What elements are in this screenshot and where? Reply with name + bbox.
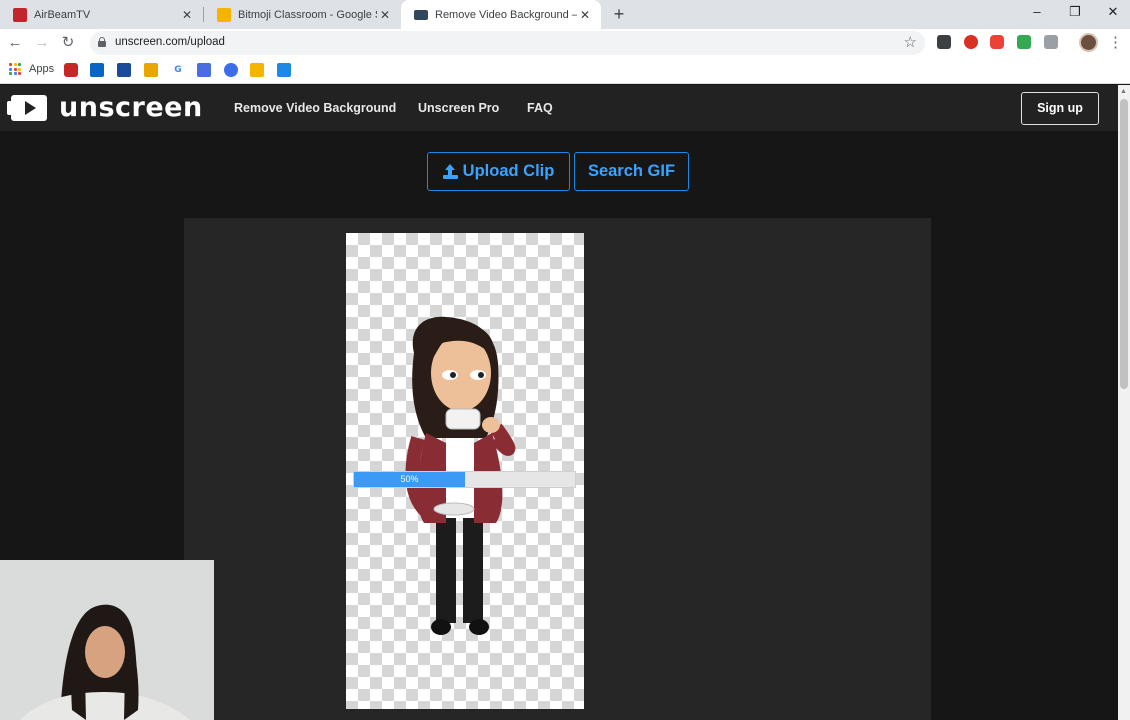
airbeam-icon [13, 7, 27, 22]
bookmark-app-icon[interactable] [144, 63, 158, 77]
tab-bitmoji-classroom[interactable]: Bitmoji Classroom - Google Slides ✕ [204, 0, 401, 29]
search-gif-button[interactable]: Search GIF [574, 152, 689, 191]
nav-unscreen-pro[interactable]: Unscreen Pro [418, 101, 499, 115]
bookmark-star-icon[interactable]: ☆ [904, 33, 917, 51]
browser-toolbar: ← → ↻ unscreen.com/upload ☆ ⋮ [0, 29, 1130, 57]
tab-unscreen[interactable]: Remove Video Background – Unscreen ✕ [401, 0, 601, 29]
close-icon[interactable]: ✕ [179, 8, 195, 22]
webcam-overlay [0, 560, 214, 720]
bookmark-outlook-icon[interactable] [90, 63, 104, 77]
site-header: unscreen Remove Video Background Unscree… [0, 85, 1118, 131]
new-tab-icon[interactable]: + [609, 3, 629, 25]
browser-tab-strip: AirBeamTV ✕ Bitmoji Classroom - Google S… [0, 0, 1130, 29]
extension-icon[interactable] [1017, 35, 1031, 49]
extension-icon[interactable] [990, 35, 1004, 49]
close-icon[interactable]: ✕ [377, 8, 393, 22]
presenter-video-image [0, 560, 214, 720]
google-slides-icon [217, 7, 231, 22]
upload-clip-label: Upload Clip [462, 162, 555, 180]
minimize-icon[interactable]: – [1018, 0, 1056, 26]
close-window-icon[interactable]: ✕ [1094, 0, 1130, 26]
bookmark-google-icon[interactable]: G [171, 63, 185, 77]
bookmark-slides-icon[interactable] [250, 63, 264, 77]
apps-icon[interactable] [9, 63, 21, 75]
page-scrollbar[interactable]: ▲ [1118, 85, 1130, 720]
bookmark-app-icon[interactable] [277, 63, 291, 77]
processing-progress-bar: 50% [353, 471, 576, 488]
bookmark-app-icon[interactable] [197, 63, 211, 77]
chrome-menu-icon[interactable]: ⋮ [1108, 33, 1123, 51]
bookmark-app-icon[interactable] [117, 63, 131, 77]
tab-title: Remove Video Background – Unscreen [435, 8, 577, 21]
lock-icon [98, 37, 106, 47]
back-icon[interactable]: ← [5, 33, 25, 53]
upload-clip-button[interactable]: Upload Clip [427, 152, 570, 191]
address-bar[interactable]: unscreen.com/upload ☆ [90, 31, 925, 55]
extension-icon[interactable] [1044, 35, 1058, 49]
reload-icon[interactable]: ↻ [58, 33, 78, 53]
url-text: unscreen.com/upload [115, 36, 225, 48]
bookmark-angular-icon[interactable] [64, 63, 78, 77]
progress-label: 50% [400, 474, 419, 484]
scroll-up-icon[interactable]: ▲ [1120, 88, 1127, 95]
nav-remove-video-background[interactable]: Remove Video Background [234, 101, 396, 115]
profile-avatar[interactable] [1079, 33, 1098, 52]
extension-icon[interactable] [937, 35, 951, 49]
unscreen-logo-icon[interactable] [7, 95, 47, 121]
signup-button[interactable]: Sign up [1021, 92, 1099, 125]
forward-icon[interactable]: → [32, 33, 52, 53]
scroll-thumb[interactable] [1120, 99, 1128, 389]
bookmarks-bar: Apps G [0, 57, 1130, 84]
unscreen-favicon [414, 9, 428, 20]
tab-title: AirBeamTV [34, 8, 91, 21]
upload-icon [442, 163, 458, 180]
tab-airbeamtv[interactable]: AirBeamTV ✕ [0, 0, 203, 29]
site-logo-text[interactable]: unscreen [59, 92, 203, 123]
bookmark-app-icon[interactable] [224, 63, 238, 77]
tab-title: Bitmoji Classroom - Google Slides [238, 8, 377, 21]
restore-icon[interactable]: ❐ [1056, 0, 1094, 26]
extension-icon[interactable] [964, 35, 978, 49]
nav-faq[interactable]: FAQ [527, 101, 553, 115]
close-icon[interactable]: ✕ [577, 8, 593, 22]
apps-label[interactable]: Apps [29, 63, 54, 75]
